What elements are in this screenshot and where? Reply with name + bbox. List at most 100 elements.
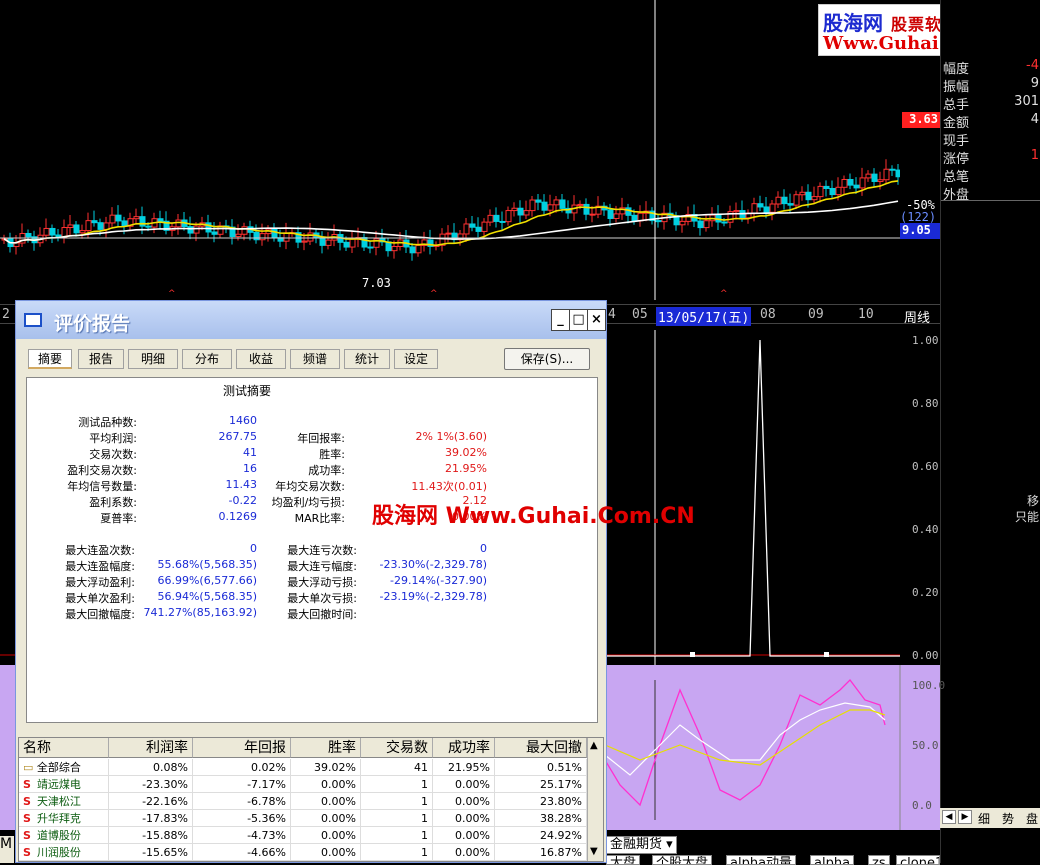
summary-title: 测试摘要 <box>223 384 272 398</box>
table-scrollbar[interactable]: ▲ ▼ <box>587 738 603 861</box>
table-cell: 0.00% <box>433 776 495 793</box>
row-name: 全部综合 <box>36 761 81 774</box>
scroll-up-icon[interactable]: ▲ <box>590 740 598 751</box>
table-cell: -4.73% <box>193 827 291 844</box>
stat-label: 最大回撤时间: <box>287 608 357 621</box>
period-label[interactable]: 周线 <box>904 307 930 326</box>
quote-label: 幅度 <box>943 62 970 77</box>
tab-clone103[interactable]: clone103 <box>896 855 940 865</box>
side-bottom-tabs: ◀ ▶ 细 势 盘 <box>940 808 1040 828</box>
tab-distribution[interactable]: 分布 <box>182 349 232 369</box>
candlestick-chart[interactable]: 7.03 ^ ^ ^ <box>0 0 902 300</box>
stat-label: 测试品种数: <box>78 416 137 429</box>
row-name: 靖远煤电 <box>36 778 81 791</box>
stoch-axis-label: 100.0 <box>912 679 946 692</box>
tab-statistics[interactable]: 统计 <box>344 349 390 369</box>
column-header[interactable]: 最大回撤 <box>495 738 587 758</box>
table-row[interactable]: S 升华拜克 <box>19 810 109 827</box>
candle-body <box>79 230 86 234</box>
table-row[interactable]: S 川润股份 <box>19 844 109 861</box>
tab-spectrum[interactable]: 频谱 <box>290 349 340 369</box>
side-tab-detail[interactable]: 细 <box>978 810 990 827</box>
stat-label: 均盈利/均亏损: <box>271 496 345 509</box>
scroll-right-button[interactable]: ▶ <box>958 810 972 824</box>
candle-body <box>211 231 218 235</box>
column-header[interactable]: 交易数 <box>361 738 433 758</box>
tab-profit[interactable]: 收益 <box>236 349 286 369</box>
stat-label: 胜率: <box>319 448 345 461</box>
quote-label: 涨停 <box>943 152 970 167</box>
save-button[interactable]: 保存(S)... <box>504 348 590 370</box>
candle-body <box>67 224 74 229</box>
table-row[interactable]: ▭ 全部综合 <box>19 759 109 776</box>
bottom-tab-bar: 金融期货 ▾ 大盘 个股大盘 alpha动量 alpha zs clone103 <box>600 830 940 865</box>
quote-row: 涨停 1 <box>941 148 1040 167</box>
price-label-9: 9.05 <box>900 223 940 239</box>
stat-label: 最大浮动盈利: <box>65 576 135 589</box>
close-button[interactable]: × <box>587 309 606 331</box>
candle-body <box>817 185 824 198</box>
tab-detail[interactable]: 明细 <box>128 349 178 369</box>
window-icon <box>24 313 42 327</box>
candle-body <box>805 191 812 201</box>
table-row[interactable]: S 天津松江 <box>19 793 109 810</box>
column-header[interactable]: 成功率 <box>433 738 495 758</box>
column-header[interactable]: 年回报 <box>193 738 291 758</box>
stat-label: 平均利润: <box>89 432 137 445</box>
side-tab-trend[interactable]: 势 <box>1002 810 1014 827</box>
quote-label: 总笔 <box>943 170 970 185</box>
table-row[interactable]: S 道博股份 <box>19 827 109 844</box>
candle-body <box>253 231 260 241</box>
stock-s-icon: S <box>23 846 31 859</box>
candle-body <box>871 173 878 182</box>
column-header[interactable]: 名称 <box>19 738 109 758</box>
candle-body <box>97 222 104 230</box>
candle-body <box>733 210 740 213</box>
candle-body <box>499 220 506 223</box>
column-header[interactable]: 利润率 <box>109 738 193 758</box>
quote-side-panel: 幅度 -4 振幅 9 总手 301 金额 4 现手 涨停 1 总笔 外盘 移 只能 <box>940 0 1040 863</box>
tab-market[interactable]: 大盘 <box>606 855 641 865</box>
candle-body <box>625 207 632 216</box>
stat-label: 最大单次盈利: <box>65 592 135 605</box>
results-table[interactable]: 名称 利润率 年回报 胜率 交易数 成功率 最大回撤 ▭ 全部综合 0.08% 0.02% 39.0… <box>18 737 604 862</box>
tab-zs[interactable]: zs <box>868 855 890 865</box>
tab-alpha-momentum[interactable]: alpha动量 <box>726 855 797 865</box>
candle-body <box>541 201 548 211</box>
date-label: 4 <box>608 307 616 322</box>
tab-report[interactable]: 报告 <box>78 349 124 369</box>
quote-value: -4 <box>1026 58 1039 73</box>
candle-body <box>139 216 146 227</box>
side-tab-book[interactable]: 盘 <box>1026 810 1038 827</box>
table-cell: 0.00% <box>291 827 361 844</box>
minimize-button[interactable]: _ <box>551 309 570 331</box>
tab-stock-market[interactable]: 个股大盘 <box>652 855 713 865</box>
candle-body <box>193 225 200 234</box>
candle-body <box>475 226 482 232</box>
table-cell: 24.92% <box>495 827 587 844</box>
candle-body <box>307 232 314 242</box>
candle-body <box>679 220 686 226</box>
scroll-left-button[interactable]: ◀ <box>942 810 956 824</box>
tab-summary[interactable]: 摘要 <box>28 349 72 369</box>
table-cell: 0.00% <box>291 776 361 793</box>
candle-body <box>73 224 80 234</box>
dialog-titlebar[interactable]: 评价报告 _ □ × <box>16 301 606 339</box>
table-cell: -7.17% <box>193 776 291 793</box>
tab-financial-futures[interactable]: 金融期货 ▾ <box>606 836 677 854</box>
stat-value: -29.14%(-327.90) <box>390 574 487 587</box>
tab-settings[interactable]: 设定 <box>394 349 438 369</box>
tab-alpha[interactable]: alpha <box>810 855 855 865</box>
candle-body <box>343 241 350 248</box>
candle-body <box>367 246 374 249</box>
candle-body <box>835 186 842 196</box>
stat-label: 盈利系数: <box>89 496 137 509</box>
column-header[interactable]: 胜率 <box>291 738 361 758</box>
table-cell: -15.88% <box>109 827 193 844</box>
scroll-down-icon[interactable]: ▼ <box>590 846 598 857</box>
ind-axis-label: 0.20 <box>912 586 939 599</box>
candle-body <box>469 223 476 228</box>
table-cell: 1 <box>361 844 433 861</box>
maximize-button[interactable]: □ <box>569 309 588 331</box>
table-row[interactable]: S 靖远煤电 <box>19 776 109 793</box>
